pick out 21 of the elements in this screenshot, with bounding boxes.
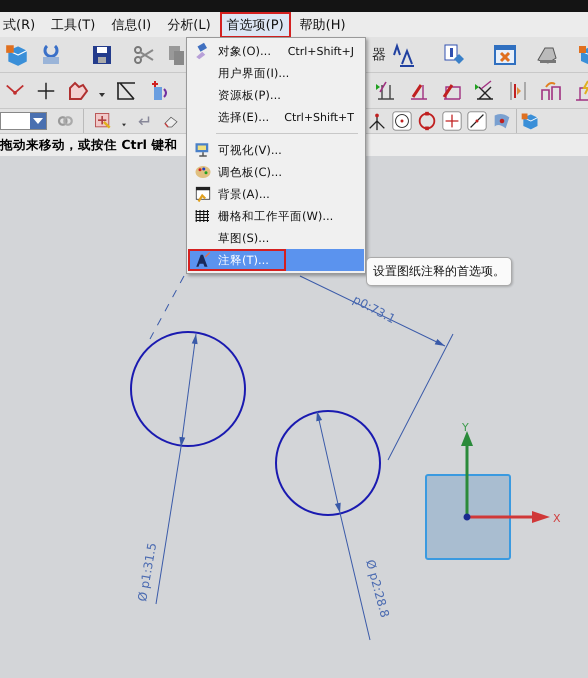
tooltip: 设置图纸注释的首选项。 [366,257,512,286]
menu-item[interactable]: 首选项(P) [220,12,291,38]
menu-item[interactable]: 调色板(C)... [188,161,364,183]
menu-item[interactable]: 帮助(H) [292,12,353,38]
menu-item[interactable]: 分析(L) [160,12,218,38]
menu-item[interactable]: 工具(T) [44,12,102,38]
dimension-text: Ø p1:31.5 [135,542,160,603]
axis-label: X [553,512,561,525]
toolbar-label: 器 [372,46,386,64]
menu-item[interactable]: 式(R) [0,12,42,38]
menu-item[interactable]: 背景(A)... [188,183,364,205]
menu-item[interactable]: 草图(S)... [188,227,364,249]
menu-item[interactable]: 信息(I) [104,12,158,38]
menu-item[interactable]: 对象(O)... Ctrl+Shift+J [188,40,364,62]
axis-label: Y [462,421,469,434]
menu-item[interactable]: 资源板(P)... [188,84,364,106]
menu-item[interactable]: 栅格和工作平面(W)... [188,205,364,227]
status-prompt: 拖动来移动，或按住 Ctrl 键和 [0,136,178,154]
menu-item[interactable]: 用户界面(I)... [188,62,364,84]
menu-item[interactable]: 选择(E)... Ctrl+Shift+T [188,106,364,128]
menu-item[interactable]: 可视化(V)... [188,139,364,161]
